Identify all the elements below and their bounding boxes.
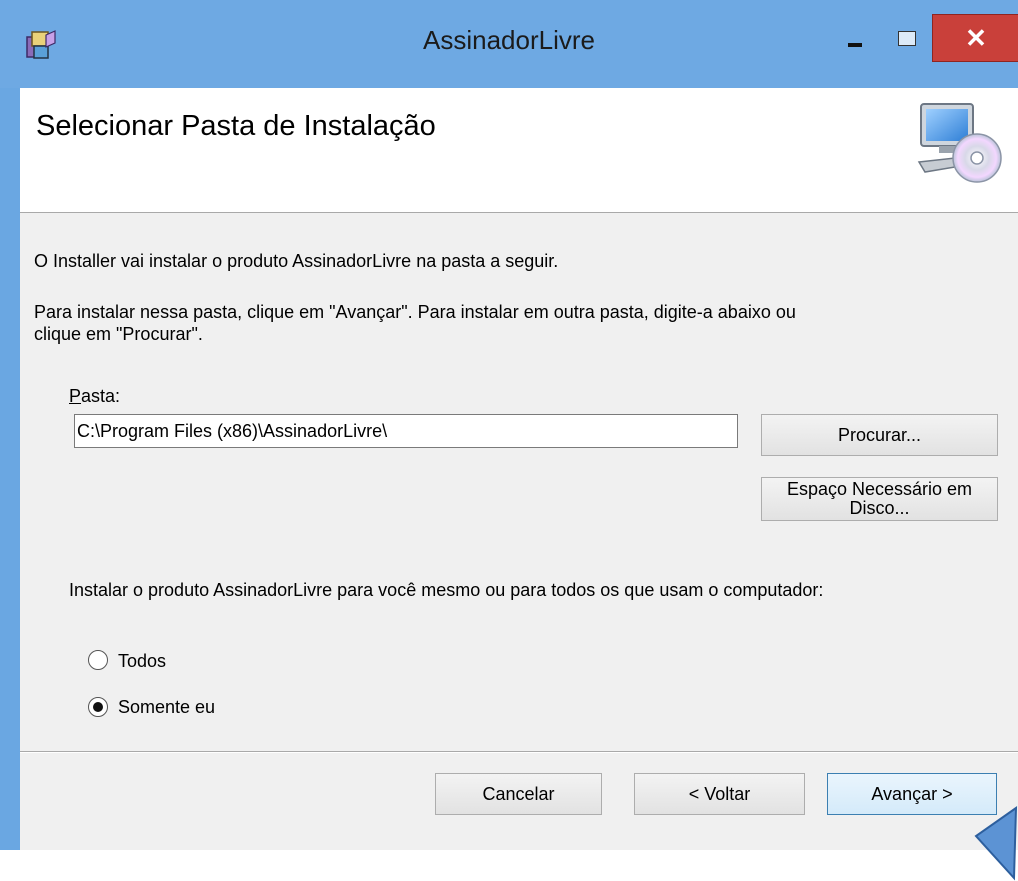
installer-window: AssinadorLivre ✕ Selecionar Pasta de Ins… [0,0,1018,850]
disk-cost-label-line2: Disco... [849,498,910,518]
radio-just-me-label[interactable]: Somente eu [118,696,215,718]
disk-cost-button[interactable]: Espaço Necessário em Disco... [761,477,998,521]
folder-path-input[interactable]: C:\Program Files (x86)\AssinadorLivre\ [74,414,738,448]
minimize-icon [848,43,862,47]
title-bar[interactable]: AssinadorLivre ✕ [0,0,1018,88]
close-button[interactable]: ✕ [932,14,1018,62]
instruction-text-line1: Para instalar nessa pasta, clique em "Av… [34,302,796,322]
folder-label: Pasta: [69,385,120,407]
footer-divider [20,751,1018,753]
dialog-body: O Installer vai instalar o produto Assin… [20,213,1018,850]
close-icon: ✕ [965,22,987,53]
cancel-button[interactable]: Cancelar [435,773,602,815]
intro-text: O Installer vai instalar o produto Assin… [34,251,559,271]
install-scope-question: Instalar o produto AssinadorLivre para v… [69,580,824,600]
browse-button[interactable]: Procurar... [761,414,998,456]
minimize-button[interactable] [830,15,880,61]
radio-everyone[interactable] [88,650,108,670]
maximize-button[interactable] [884,15,930,61]
radio-everyone-label[interactable]: Todos [118,650,166,672]
page-title: Selecionar Pasta de Instalação [36,110,436,142]
folder-label-accelerator: P [69,386,82,406]
folder-label-text: asta: [81,386,121,406]
pointer-arrow-icon [974,806,1018,881]
disk-cost-label-line1: Espaço Necessário em [786,479,973,499]
instruction-text-line2: clique em "Procurar". [34,324,203,344]
maximize-icon [898,30,916,46]
back-button[interactable]: < Voltar [634,773,805,815]
header-banner: Selecionar Pasta de Instalação [20,88,1018,213]
radio-just-me[interactable] [88,697,108,717]
computer-cd-icon [917,103,1002,183]
